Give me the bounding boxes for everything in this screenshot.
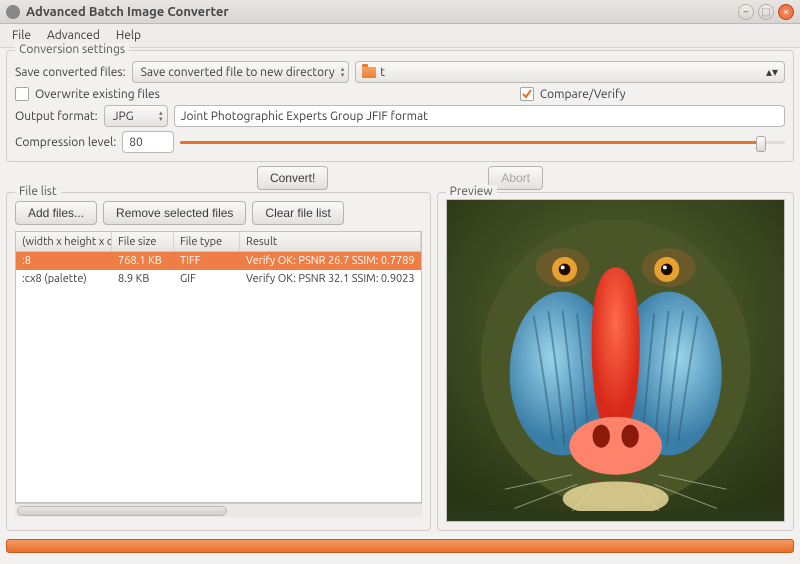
convert-button[interactable]: Convert! bbox=[257, 166, 328, 190]
progress-bar bbox=[6, 539, 794, 553]
compression-slider[interactable] bbox=[180, 135, 785, 149]
cell-size: 768.1 KB bbox=[112, 255, 174, 267]
table-header: (width x height x col File size File typ… bbox=[16, 232, 421, 252]
title-bar: Advanced Batch Image Converter – ⬚ × bbox=[0, 0, 800, 24]
col-dimensions[interactable]: (width x height x col bbox=[16, 232, 112, 251]
save-path-value: t bbox=[380, 66, 385, 79]
folder-icon bbox=[362, 67, 376, 78]
cell-size: 8.9 KB bbox=[112, 273, 174, 285]
preview-image bbox=[446, 199, 785, 522]
dropdown-spinner-icon: ▴▾ bbox=[159, 110, 163, 122]
save-files-label: Save converted files: bbox=[15, 66, 126, 79]
cell-dims: :8 bbox=[16, 255, 112, 267]
cell-result: Verify OK: PSNR 26.7 SSIM: 0.7789 bbox=[240, 255, 421, 267]
col-result[interactable]: Result bbox=[240, 232, 421, 251]
preview-group: Preview bbox=[437, 192, 794, 531]
maximize-button[interactable]: ⬚ bbox=[758, 4, 774, 20]
save-mode-value: Save converted file to new directory bbox=[141, 66, 335, 79]
file-list-legend: File list bbox=[15, 185, 61, 198]
col-size[interactable]: File size bbox=[112, 232, 174, 251]
compare-label: Compare/Verify bbox=[540, 88, 626, 101]
compression-label: Compression level: bbox=[15, 136, 116, 149]
remove-files-button[interactable]: Remove selected files bbox=[103, 201, 246, 225]
window-title: Advanced Batch Image Converter bbox=[26, 5, 734, 19]
compare-checkbox[interactable] bbox=[520, 87, 534, 101]
table-row[interactable]: :8768.1 KBTIFFVerify OK: PSNR 26.7 SSIM:… bbox=[16, 252, 421, 270]
file-table[interactable]: (width x height x col File size File typ… bbox=[15, 231, 422, 503]
cell-result: Verify OK: PSNR 32.1 SSIM: 0.9023 bbox=[240, 273, 421, 285]
file-list-group: File list Add files... Remove selected f… bbox=[6, 192, 431, 531]
save-mode-dropdown[interactable]: Save converted file to new directory ▴▾ bbox=[132, 61, 350, 83]
conversion-settings-legend: Conversion settings bbox=[15, 43, 129, 56]
compare-checkbox-wrap[interactable]: Compare/Verify bbox=[520, 87, 626, 101]
slider-thumb[interactable] bbox=[756, 136, 766, 152]
conversion-settings-group: Conversion settings Save converted files… bbox=[6, 50, 794, 162]
col-type[interactable]: File type bbox=[174, 232, 240, 251]
overwrite-checkbox-wrap[interactable]: Overwrite existing files bbox=[15, 87, 160, 101]
app-icon bbox=[6, 5, 20, 19]
output-format-description: Joint Photographic Experts Group JFIF fo… bbox=[174, 105, 785, 127]
dropdown-spinner-icon: ▴▾ bbox=[341, 66, 345, 78]
preview-legend: Preview bbox=[446, 185, 497, 198]
cell-type: TIFF bbox=[174, 255, 240, 267]
clear-files-button[interactable]: Clear file list bbox=[252, 201, 343, 225]
output-format-dropdown[interactable]: JPG ▴▾ bbox=[104, 105, 168, 127]
horizontal-scrollbar[interactable] bbox=[15, 503, 422, 517]
scrollbar-thumb[interactable] bbox=[17, 506, 227, 516]
overwrite-checkbox[interactable] bbox=[15, 87, 29, 101]
output-format-value: JPG bbox=[113, 110, 134, 123]
add-files-button[interactable]: Add files... bbox=[15, 201, 97, 225]
save-path-dropdown[interactable]: t ▴▾ bbox=[355, 61, 785, 83]
minimize-button[interactable]: – bbox=[738, 4, 754, 20]
cell-type: GIF bbox=[174, 273, 240, 285]
compression-value-input[interactable]: 80 bbox=[122, 131, 174, 153]
dropdown-spinner-icon: ▴▾ bbox=[766, 65, 778, 79]
table-row[interactable]: :cx8 (palette)8.9 KBGIFVerify OK: PSNR 3… bbox=[16, 270, 421, 288]
cell-dims: :cx8 (palette) bbox=[16, 273, 112, 285]
close-button[interactable]: × bbox=[778, 4, 794, 20]
overwrite-label: Overwrite existing files bbox=[35, 88, 160, 101]
output-format-label: Output format: bbox=[15, 110, 98, 123]
